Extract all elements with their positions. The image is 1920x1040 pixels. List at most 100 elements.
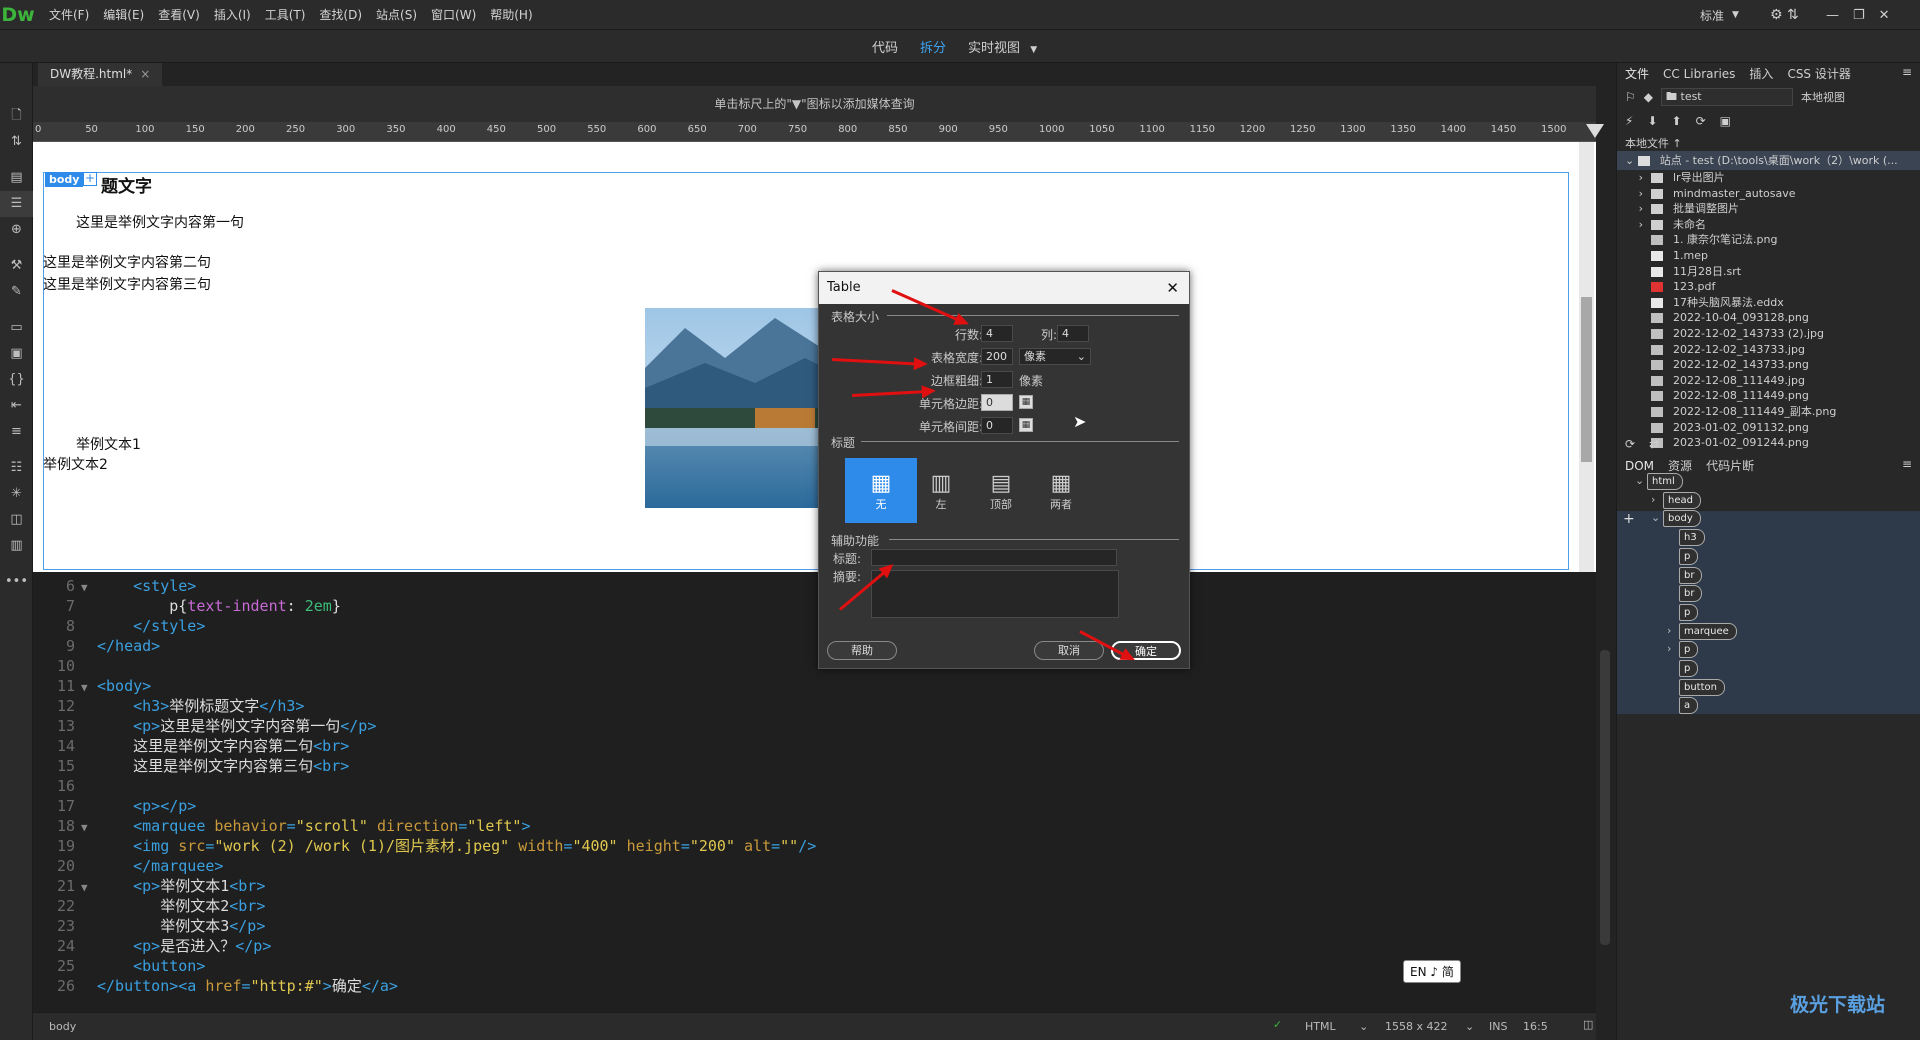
add-icon[interactable]: +	[83, 172, 97, 186]
code-line[interactable]: 13 <p>这里是举例文字内容第一句</p>	[33, 716, 376, 736]
menu-item[interactable]: 查找(D)	[312, 0, 369, 30]
more-icon[interactable]: •••	[0, 569, 33, 595]
dom-node[interactable]: marquee	[1679, 622, 1737, 640]
code-line[interactable]: 23 举例文本3</p>	[33, 916, 265, 936]
expand-icon[interactable]: ⌄	[1651, 511, 1660, 524]
code-scrollbar[interactable]	[1600, 650, 1610, 945]
expand-icon[interactable]: ›	[1667, 642, 1671, 655]
braces-icon[interactable]: {}	[0, 367, 33, 393]
close-icon[interactable]: ✕	[1879, 8, 1890, 23]
cols-input[interactable]: 4	[1057, 325, 1089, 342]
file-item[interactable]: 1.mep	[1617, 248, 1920, 264]
border-input[interactable]: 1	[981, 371, 1013, 388]
design-scrollbar[interactable]	[1579, 142, 1594, 572]
file-item[interactable]: › lr导出图片	[1617, 170, 1920, 186]
minimize-icon[interactable]: —	[1826, 8, 1839, 23]
code-line[interactable]: 21 ▼ <p>举例文本1<br>	[33, 876, 265, 896]
code-line[interactable]: 18 ▼ <marquee behavior="scroll" direction…	[33, 816, 531, 836]
expand-icon[interactable]: ›	[1651, 493, 1655, 506]
open-file-icon[interactable]: 🗋	[0, 103, 33, 129]
file-item[interactable]: › 批量调整图片	[1617, 201, 1920, 217]
spacing-input[interactable]: 0	[981, 417, 1013, 434]
menu-item[interactable]: 工具(T)	[258, 0, 313, 30]
reset-icon[interactable]: ▦	[1019, 395, 1033, 409]
target-icon[interactable]: ⊕	[0, 217, 33, 243]
workspace-switcher[interactable]: 标准 ▼	[1700, 0, 1739, 30]
dom-node[interactable]: br	[1679, 566, 1703, 584]
window-size-select[interactable]: 1558 x 422 ⌄	[1385, 1020, 1474, 1033]
code-line[interactable]: 12 <h3>举例标题文字</h3>	[33, 696, 304, 716]
code-line[interactable]: 20 </marquee>	[33, 856, 224, 876]
dom-node[interactable]: p	[1679, 641, 1699, 659]
chevron-right-icon[interactable]: ›	[1617, 217, 1651, 233]
width-unit-select[interactable]: 像素 ⌄	[1019, 348, 1091, 365]
dom-node[interactable]: h3	[1679, 529, 1705, 547]
fold-icon[interactable]: ▼	[81, 818, 97, 838]
design-view[interactable]: body + 题文字 这里是举例文字内容第一句 这里是举例文字内容第二句 这里是…	[33, 142, 1596, 572]
code-view[interactable]: 6 ▼ <style> 7 p{text-indent: 2em} 8 </style…	[33, 572, 1596, 1012]
panel-tab[interactable]: CSS 设计器	[1787, 63, 1850, 85]
file-item[interactable]: 1. 康奈尔笔记法.png	[1617, 232, 1920, 248]
fold-icon[interactable]: ▼	[81, 678, 97, 698]
scroll-thumb[interactable]	[1581, 297, 1592, 462]
brush-icon[interactable]: ✎	[0, 279, 33, 305]
get-icon[interactable]: ⬇	[1647, 114, 1657, 128]
file-item[interactable]: › 未命名	[1617, 217, 1920, 233]
ime-indicator[interactable]: EN ♪ 简	[1403, 960, 1461, 983]
chevron-right-icon[interactable]: ›	[1617, 186, 1651, 202]
live-view-button[interactable]: 实时视图 ▼	[968, 37, 1037, 56]
panel-menu-icon[interactable]: ≡	[1902, 65, 1912, 79]
preview-icon[interactable]: ◫	[0, 507, 33, 533]
chevron-right-icon[interactable]: ›	[1617, 170, 1651, 186]
preview-icon[interactable]: ◫	[1583, 1018, 1593, 1031]
panel-tab[interactable]: 文件	[1625, 63, 1649, 85]
padding-input[interactable]: 0	[981, 394, 1013, 411]
code-line[interactable]: 8 </style>	[33, 616, 205, 636]
sync-icon[interactable]: ⇄	[1649, 437, 1659, 451]
close-icon[interactable]: ✕	[1166, 272, 1179, 304]
git-icon[interactable]: ◆	[1644, 90, 1653, 104]
marquee-image[interactable]	[645, 308, 845, 508]
split-view-button[interactable]: 拆分	[920, 37, 946, 56]
dom-node[interactable]: html	[1647, 473, 1683, 490]
dom-node[interactable]: body	[1663, 510, 1701, 528]
panel-menu-icon[interactable]: ≡	[1902, 457, 1912, 471]
file-item[interactable]: 2022-12-08_111449.jpg	[1617, 373, 1920, 389]
file-item[interactable]: 2022-12-08_111449_副本.png	[1617, 404, 1920, 420]
code-line[interactable]: 15 这里是举例文字内容第三句<br>	[33, 756, 349, 776]
dom-node[interactable]: button	[1679, 678, 1725, 696]
file-item[interactable]: 2022-12-08_111449.png	[1617, 388, 1920, 404]
reset-icon[interactable]: ▦	[1019, 418, 1033, 432]
rows-input[interactable]: 4	[981, 325, 1013, 342]
file-item[interactable]: 2022-12-02_143733.jpg	[1617, 342, 1920, 358]
fold-icon[interactable]: ▼	[81, 878, 97, 898]
refresh-icon[interactable]: ⟳	[1696, 114, 1706, 128]
code-line[interactable]: 14 这里是举例文字内容第二句<br>	[33, 736, 349, 756]
refresh-icon[interactable]: ⟳	[1625, 437, 1635, 451]
dom-node[interactable]: p	[1679, 603, 1699, 621]
panel-tab[interactable]: 插入	[1749, 63, 1773, 85]
site-root[interactable]: ⌄ 站点 - test (D:\tools\桌面\work（2）\work (.…	[1617, 151, 1920, 170]
file-item[interactable]: 2023-01-02_091132.png	[1617, 420, 1920, 436]
fold-icon[interactable]: ▼	[81, 578, 97, 598]
file-item[interactable]: 2022-12-02_143733.png	[1617, 357, 1920, 373]
sort-icon[interactable]: ⇅	[0, 129, 33, 155]
connect-icon[interactable]: ⚐	[1625, 90, 1636, 104]
format-icon[interactable]: ≡	[0, 419, 33, 445]
dom-node[interactable]: br	[1679, 585, 1703, 603]
dom-node[interactable]: a	[1679, 697, 1699, 715]
snippet-icon[interactable]: ▣	[0, 341, 33, 367]
code-line[interactable]: 7 p{text-indent: 2em}	[33, 596, 341, 616]
wand-icon[interactable]: ⚒	[0, 253, 33, 279]
file-item[interactable]: 17种头脑风暴法.eddx	[1617, 295, 1920, 311]
file-item[interactable]: 2023-01-02_091244.png	[1617, 435, 1920, 451]
summary-textarea[interactable]	[871, 570, 1119, 618]
file-item[interactable]: › mindmaster_autosave	[1617, 186, 1920, 202]
code-view-button[interactable]: 代码	[872, 37, 898, 56]
expand-icon[interactable]: ⌄	[1635, 474, 1644, 487]
code-line[interactable]: 10	[33, 656, 97, 676]
menu-item[interactable]: 编辑(E)	[96, 0, 151, 30]
panel-tab[interactable]: CC Libraries	[1663, 63, 1735, 85]
code-line[interactable]: 17 <p></p>	[33, 796, 196, 816]
sparkle-icon[interactable]: ✳	[0, 481, 33, 507]
